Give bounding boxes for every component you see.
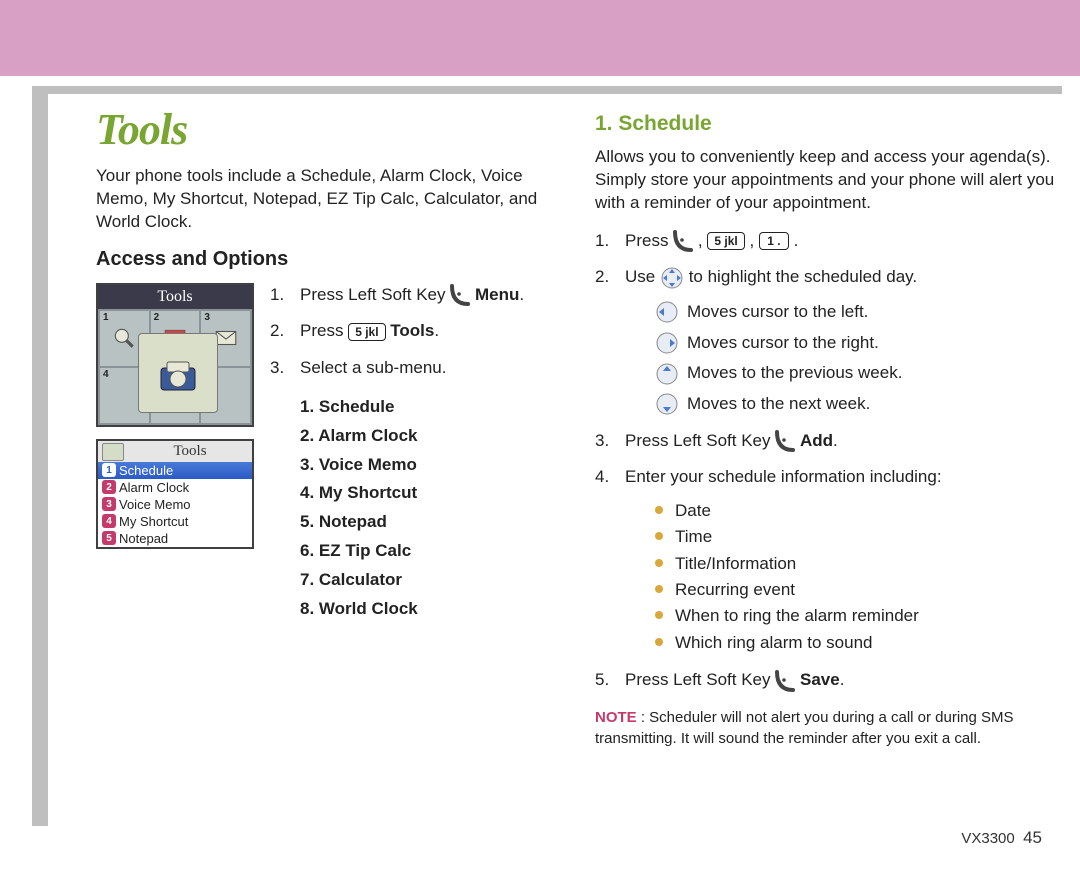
toolbox-small-icon (102, 443, 124, 461)
nav-text: Moves to the previous week. (687, 361, 902, 386)
schedule-intro: Allows you to conveniently keep and acce… (595, 146, 1066, 215)
left-column: Tools Your phone tools include a Schedul… (96, 104, 567, 750)
screenshot-tools-grid: Tools 1 2 3 4 5 (96, 283, 254, 427)
screenshot-tools-list: Tools 1Schedule2Alarm Clock3Voice Memo4M… (96, 439, 254, 549)
submenu-item: 7. Calculator (300, 566, 524, 595)
submenu-item: 6. EZ Tip Calc (300, 537, 524, 566)
bullet-item: When to ring the alarm reminder (655, 603, 1066, 629)
margin-bar-horizontal (32, 86, 1062, 94)
dpad-down-icon (655, 392, 679, 416)
dpad-left-icon (655, 300, 679, 324)
nav-text: Moves cursor to the right. (687, 331, 879, 356)
nav-text: Moves to the next week. (687, 392, 870, 417)
left-soft-key-icon (775, 670, 795, 692)
bullet-item: Which ring alarm to sound (655, 630, 1066, 656)
submenu-item: 3. Voice Memo (300, 451, 524, 480)
bullet-item: Time (655, 524, 1066, 550)
schedule-heading: 1. Schedule (595, 112, 1066, 136)
phone-menu-item: 2Alarm Clock (98, 479, 252, 496)
step-item: Press 5 jkl Tools. (270, 319, 524, 344)
access-steps: Press Left Soft Key Menu. Press 5 jkl To… (270, 283, 524, 624)
page-content: Tools Your phone tools include a Schedul… (96, 104, 1066, 750)
step-item: Press , 5 jkl , 1 . . (595, 229, 1066, 254)
bullet-item: Title/Information (655, 551, 1066, 577)
step-item: Enter your schedule information includin… (595, 465, 1066, 656)
step-item: Select a sub-menu. (270, 356, 524, 381)
submenu-list: 1. Schedule2. Alarm Clock3. Voice Memo4.… (270, 393, 524, 624)
bullet-item: Date (655, 498, 1066, 524)
step-item: Press Left Soft Key Menu. (270, 283, 524, 308)
submenu-item: 1. Schedule (300, 393, 524, 422)
dpad-all-icon (660, 266, 684, 290)
left-soft-key-icon (775, 430, 795, 452)
intro-text: Your phone tools include a Schedule, Ala… (96, 165, 567, 234)
screenshot-title: Tools (98, 441, 252, 462)
page-number: 45 (1023, 828, 1042, 847)
key-5: 5 jkl (707, 232, 744, 250)
phone-menu-item: 5Notepad (98, 530, 252, 547)
toolbox-icon (138, 333, 218, 413)
key-1: 1 . (759, 232, 789, 250)
access-heading: Access and Options (96, 248, 567, 271)
phone-menu-item: 3Voice Memo (98, 496, 252, 513)
note-block: NOTE : Scheduler will not alert you duri… (595, 707, 1066, 751)
phone-screenshots: Tools 1 2 3 4 5 (96, 283, 254, 549)
magnifier-icon (111, 325, 137, 351)
step-item: Use to highlight the scheduled day. Move… (595, 265, 1066, 416)
page-footer: VX3300 45 (961, 828, 1042, 848)
header-band (0, 0, 1080, 76)
phone-menu-item: 1Schedule (98, 462, 252, 479)
submenu-item: 5. Notepad (300, 508, 524, 537)
submenu-item: 2. Alarm Clock (300, 422, 524, 451)
screenshot-title: Tools (98, 285, 252, 309)
step-item: Press Left Soft Key Save. (595, 668, 1066, 693)
right-column: 1. Schedule Allows you to conveniently k… (595, 104, 1066, 750)
margin-bar-vertical (32, 86, 48, 826)
submenu-item: 4. My Shortcut (300, 479, 524, 508)
dpad-right-icon (655, 331, 679, 355)
left-soft-key-icon (673, 230, 693, 252)
phone-menu-item: 4My Shortcut (98, 513, 252, 530)
page-title: Tools (96, 104, 567, 155)
submenu-item: 8. World Clock (300, 595, 524, 624)
nav-text: Moves cursor to the left. (687, 300, 868, 325)
bullet-item: Recurring event (655, 577, 1066, 603)
left-soft-key-icon (450, 284, 470, 306)
dpad-up-icon (655, 362, 679, 386)
step-item: Press Left Soft Key Add. (595, 429, 1066, 454)
key-5: 5 jkl (348, 323, 385, 341)
note-label: NOTE (595, 709, 637, 726)
model-number: VX3300 (961, 830, 1014, 847)
